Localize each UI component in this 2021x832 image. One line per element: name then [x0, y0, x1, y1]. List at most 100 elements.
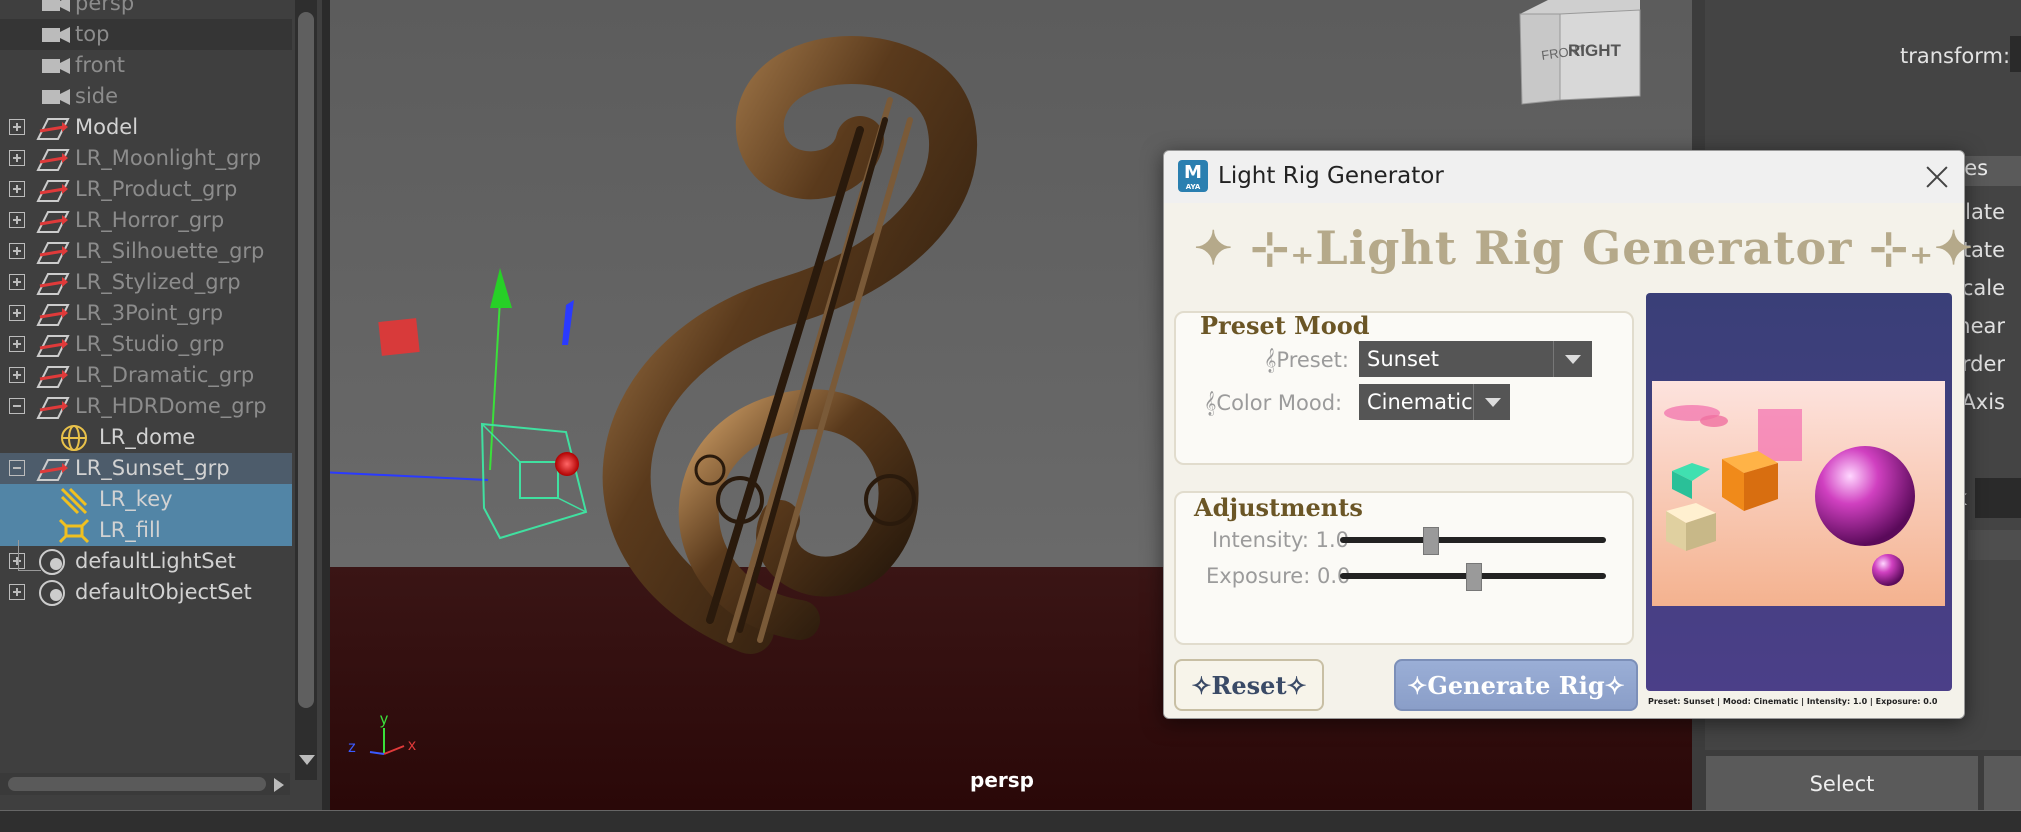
camera-icon — [42, 27, 70, 43]
attribute-row-label: rder — [1961, 352, 2005, 376]
outliner-item-model[interactable]: Model — [0, 112, 292, 143]
camera-label: persp — [970, 768, 1034, 792]
select-button[interactable]: Select — [1706, 756, 1978, 812]
directional-light-icon — [60, 487, 88, 515]
outliner-item-label: persp — [75, 0, 135, 15]
transform-group-icon — [36, 211, 70, 233]
area-light-icon — [58, 518, 90, 544]
outliner-item-lr-product-grp[interactable]: LR_Product_grp — [0, 174, 292, 205]
expand-icon[interactable] — [9, 584, 25, 600]
outliner-item-lr-silhouette-grp[interactable]: LR_Silhouette_grp — [0, 236, 292, 267]
outliner-item-top[interactable]: top — [0, 19, 292, 50]
attribute-field-2[interactable] — [1968, 530, 2021, 560]
outliner-item-defaultlightset[interactable]: defaultLightSet — [0, 546, 292, 577]
generate-rig-button[interactable]: ✧Generate Rig✧ — [1394, 659, 1638, 711]
attribute-button-2[interactable] — [1984, 756, 2021, 812]
outliner-item-label: LR_Sunset_grp — [75, 456, 230, 480]
outliner-item-defaultobjectset[interactable]: defaultObjectSet — [0, 577, 292, 608]
scroll-down-arrow-icon[interactable] — [297, 753, 317, 767]
transform-label: transform: — [1900, 44, 2011, 68]
color-mood-label: 𝄞Color Mood: — [1204, 391, 1343, 415]
expand-icon[interactable] — [9, 150, 25, 166]
attribute-field[interactable] — [1975, 478, 2021, 518]
outliner-item-label: LR_Silhouette_grp — [75, 239, 265, 263]
viewcube-right-label: RIGHT — [1568, 41, 1622, 60]
transform-group-icon — [36, 397, 70, 419]
transform-group-icon — [36, 459, 70, 481]
axis-triad: y x z — [348, 711, 416, 756]
outliner-item-label: top — [75, 22, 110, 46]
tree-connector — [18, 540, 41, 571]
time-slider-bar[interactable] — [0, 810, 2021, 832]
outliner-hscroll-thumb[interactable] — [8, 777, 266, 791]
outliner-item-side[interactable]: side — [0, 81, 292, 112]
outliner-item-label: LR_dome — [99, 425, 196, 449]
adjustments-title: Adjustments — [1194, 493, 1363, 522]
expand-icon[interactable] — [9, 181, 25, 197]
dome-light-icon — [61, 425, 87, 451]
outliner-item-label: LR_key — [99, 487, 173, 511]
expand-icon[interactable] — [9, 212, 25, 228]
scroll-right-arrow-icon[interactable] — [272, 776, 286, 794]
transform-group-icon — [36, 149, 70, 171]
banner-title: ✦ ⊹₊Light Rig Generator ⊹₊✦ — [1194, 221, 1974, 275]
transform-group-icon — [36, 304, 70, 326]
outliner-item-lr-horror-grp[interactable]: LR_Horror_grp — [0, 205, 292, 236]
collapse-icon[interactable] — [9, 460, 25, 476]
intensity-label: Intensity: 1.0 — [1212, 528, 1350, 552]
status-text: Preset: Sunset | Mood: Cinematic | Inten… — [1648, 697, 1938, 706]
outliner-item-label: LR_Stylized_grp — [75, 270, 241, 294]
color-mood-value: Cinematic — [1367, 390, 1473, 414]
color-mood-dropdown[interactable]: Cinematic — [1359, 384, 1510, 420]
outliner-item-lr-studio-grp[interactable]: LR_Studio_grp — [0, 329, 292, 360]
exposure-slider-handle[interactable] — [1466, 563, 1482, 591]
expand-icon[interactable] — [9, 336, 25, 352]
outliner-item-lr-moonlight-grp[interactable]: LR_Moonlight_grp — [0, 143, 292, 174]
outliner-scroll-thumb[interactable] — [298, 12, 314, 708]
outliner-item-front[interactable]: front — [0, 50, 292, 81]
expand-icon[interactable] — [9, 305, 25, 321]
collapse-icon[interactable] — [9, 398, 25, 414]
transform-group-icon — [36, 335, 70, 357]
outliner-item-lr-hdrdome-grp[interactable]: LR_HDRDome_grp — [0, 391, 292, 422]
outliner-item-lr-dramatic-grp[interactable]: LR_Dramatic_grp — [0, 360, 292, 391]
outliner-item-label: LR_Studio_grp — [75, 332, 225, 356]
preset-dropdown[interactable]: Sunset — [1359, 341, 1592, 377]
attribute-row-label: cale — [1961, 276, 2005, 300]
exposure-label: Exposure: 0.0 — [1206, 564, 1351, 588]
intensity-slider-handle[interactable] — [1423, 527, 1440, 555]
close-icon[interactable] — [1919, 159, 1955, 195]
viewport-divider[interactable] — [322, 0, 330, 831]
outliner-item-lr-sunset-grp[interactable]: LR_Sunset_grp — [0, 453, 292, 484]
preview-image — [1652, 381, 1945, 606]
outliner-item-label: LR_Dramatic_grp — [75, 363, 255, 387]
attribute-row-label: Axis — [1961, 390, 2005, 414]
outliner-item-label: defaultLightSet — [75, 549, 236, 573]
outliner-item-lr-stylized-grp[interactable]: LR_Stylized_grp — [0, 267, 292, 298]
reset-button[interactable]: ✧Reset✧ — [1174, 659, 1324, 711]
expand-icon[interactable] — [9, 274, 25, 290]
outliner-item-lr-fill[interactable]: LR_fill — [0, 515, 292, 546]
outliner-item-lr-3point-grp[interactable]: LR_3Point_grp — [0, 298, 292, 329]
axis-z-label: z — [348, 739, 356, 756]
intensity-slider-track[interactable] — [1340, 537, 1606, 543]
maya-app-icon: M AYA — [1178, 160, 1208, 192]
object-set-icon — [39, 549, 65, 575]
expand-icon[interactable] — [9, 367, 25, 383]
outliner-item-lr-dome[interactable]: LR_dome — [0, 422, 292, 453]
transform-group-icon — [36, 366, 70, 388]
outliner-item-label: LR_HDRDome_grp — [75, 394, 267, 418]
light-manipulator[interactable] — [330, 268, 588, 540]
outliner-item-lr-key[interactable]: LR_key — [0, 484, 292, 515]
light-rig-generator-dialog: M AYA Light Rig Generator ✦ ⊹₊Light Rig G… — [1163, 150, 1973, 719]
transform-field[interactable] — [2010, 36, 2021, 72]
expand-icon[interactable] — [9, 243, 25, 259]
outliner-item-label: side — [75, 84, 119, 108]
treble-clef-model — [602, 36, 978, 654]
outliner-item-persp[interactable]: persp — [0, 0, 292, 19]
viewcube[interactable]: FRONT RIGHT — [1519, 0, 1641, 105]
expand-icon[interactable] — [9, 119, 25, 135]
outliner-item-label: LR_Product_grp — [75, 177, 238, 201]
transform-group-icon — [36, 273, 70, 295]
preset-label: 𝄞Preset: — [1264, 348, 1349, 372]
